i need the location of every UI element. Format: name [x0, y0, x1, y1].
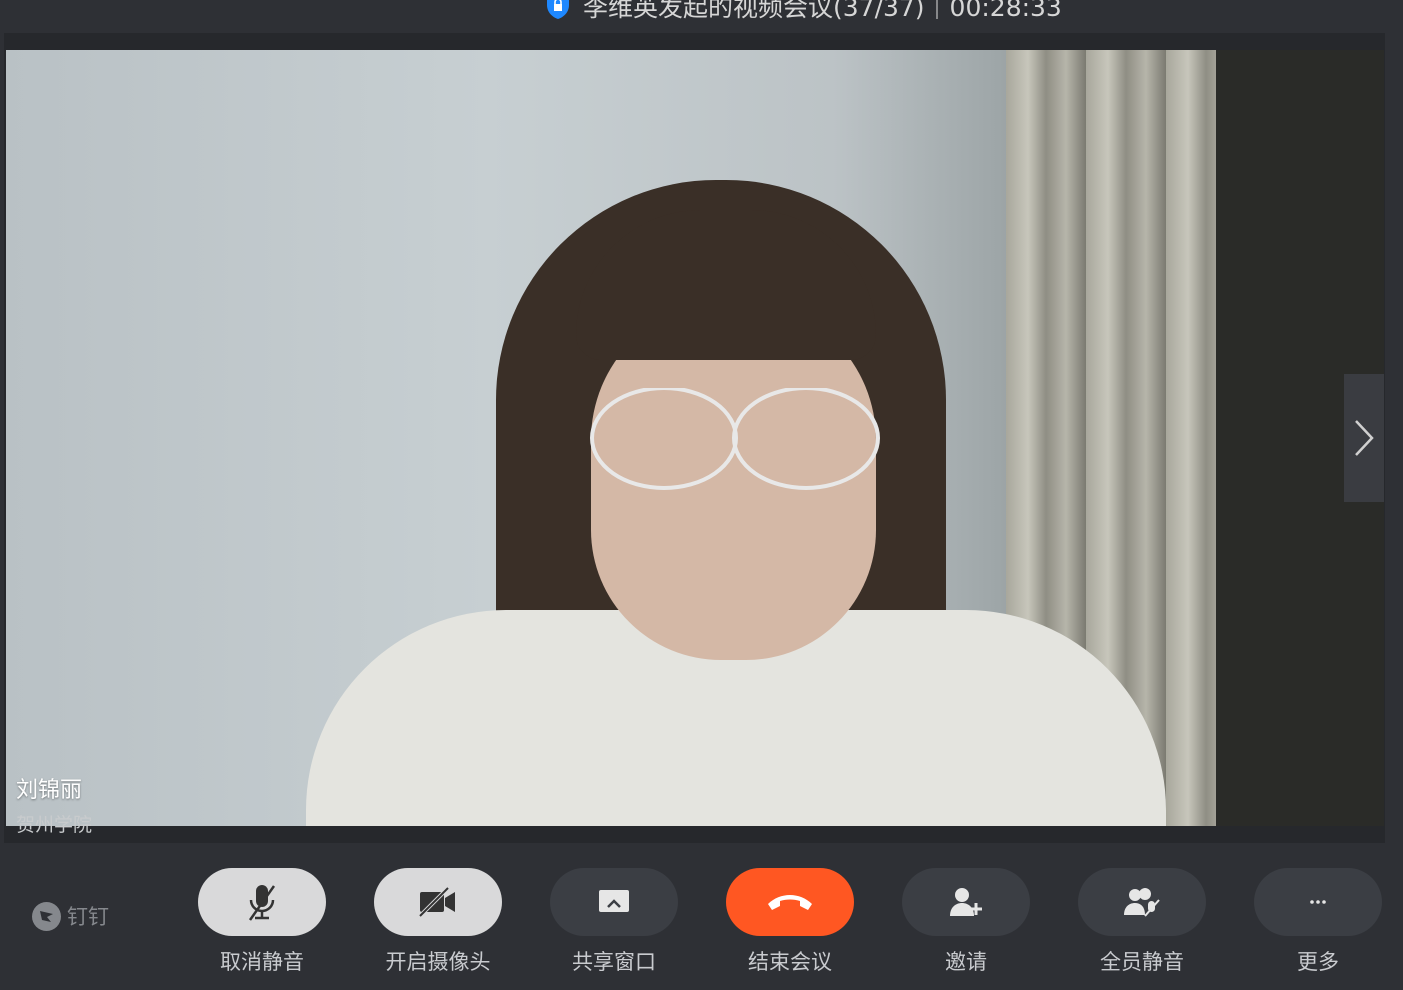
invite-label: 邀请	[945, 950, 987, 974]
speaker-name: 刘锦丽	[16, 778, 83, 803]
camera-button[interactable]: 开启摄像头	[374, 868, 502, 976]
more-pill[interactable]	[1254, 868, 1382, 936]
mute-all-icon	[1124, 888, 1160, 917]
brand-name: 钉钉	[67, 905, 109, 929]
title-bar: 李维英发起的视频会议(37/37)｜00:28:33	[0, 0, 1403, 30]
meeting-title: 李维英发起的视频会议(37/37)｜00:28:33	[583, 0, 1062, 22]
mute-all-label: 全员静音	[1100, 950, 1184, 974]
invite-pill[interactable]	[902, 868, 1030, 936]
unmute-button[interactable]: 取消静音	[198, 868, 326, 976]
camera-pill[interactable]	[374, 868, 502, 936]
mute-all-button[interactable]: 全员静音	[1078, 868, 1206, 976]
meeting-toolbar: 钉钉 取消静音 开启摄像头 共享窗口 结束会议 邀请 全员静音 更多	[0, 843, 1403, 990]
camera-off-icon	[418, 886, 455, 918]
speaker-organization: 贺州学院	[16, 814, 93, 836]
unmute-label: 取消静音	[220, 950, 304, 974]
share-screen-icon	[599, 890, 629, 912]
camera-label: 开启摄像头	[385, 950, 491, 974]
dingtalk-logo: 钉钉	[32, 901, 109, 931]
shield-lock-icon	[547, 0, 569, 19]
share-window-pill[interactable]	[550, 868, 678, 936]
more-icon	[1310, 900, 1326, 904]
unmute-pill[interactable]	[198, 868, 326, 936]
speaker-video	[6, 50, 1384, 826]
mute-all-pill[interactable]	[1078, 868, 1206, 936]
dingtalk-icon	[32, 901, 61, 931]
glasses-graphic	[590, 388, 880, 490]
end-meeting-label: 结束会议	[748, 950, 832, 974]
hang-up-icon	[768, 895, 812, 910]
add-user-icon	[950, 888, 982, 916]
share-window-label: 共享窗口	[572, 950, 656, 974]
end-meeting-pill[interactable]	[726, 868, 854, 936]
meeting-title-container: 李维英发起的视频会议(37/37)｜00:28:33	[545, 0, 1062, 22]
next-page-button[interactable]	[1344, 374, 1384, 502]
mic-muted-icon	[248, 885, 276, 921]
end-meeting-button[interactable]: 结束会议	[726, 868, 854, 976]
invite-button[interactable]: 邀请	[902, 868, 1030, 976]
share-window-button[interactable]: 共享窗口	[550, 868, 678, 976]
more-label: 更多	[1297, 950, 1339, 974]
chevron-right-icon	[1355, 420, 1374, 456]
more-button[interactable]: 更多	[1254, 868, 1382, 976]
